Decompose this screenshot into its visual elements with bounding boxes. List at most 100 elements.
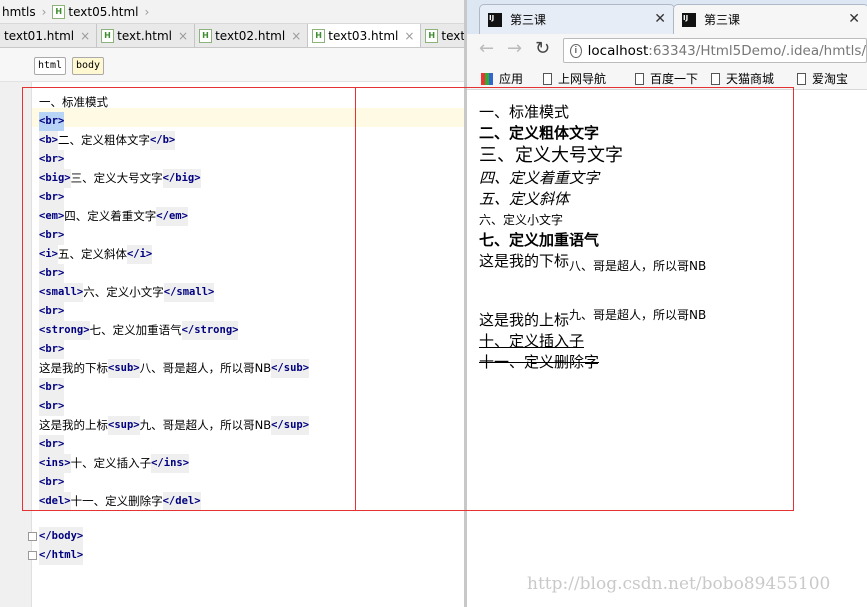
rendered-page: 一、标准模式 二、定义粗体文字 三、定义大号文字 四、定义着重文字 五、定义斜体… — [479, 102, 706, 373]
close-tag: </i> — [126, 245, 153, 264]
open-tag: <small> — [39, 283, 84, 302]
page-icon — [797, 72, 806, 85]
close-tag: </ins> — [151, 454, 190, 473]
intellij-icon — [488, 12, 502, 27]
code-line[interactable]: <small> 六、定义小文字 </small> — [39, 283, 309, 302]
open-tag: <br> — [39, 397, 65, 416]
superscript-line: 这是我的上标九、哥是超人，所以哥NB — [479, 308, 707, 329]
code-line[interactable]: <big> 三、定义大号文字 </big> — [39, 169, 309, 188]
code-line[interactable]: <br> — [39, 340, 309, 359]
apps-grid-icon — [481, 72, 493, 85]
bookmarks-bar: 应用 上网导航 百度一下 天猫商城 爱淘宝 — [467, 66, 867, 90]
fold-icon[interactable] — [28, 532, 37, 541]
bookmark-taobao[interactable]: 爱淘宝 — [797, 70, 848, 87]
close-icon[interactable]: ✕ — [848, 11, 860, 27]
open-tag: <del> — [39, 492, 71, 511]
code-line[interactable]: 这是我的下标 <sub> 八、哥是超人，所以哥NB </sub> — [39, 359, 310, 378]
open-tag: <br> — [39, 473, 65, 492]
url-input[interactable]: i localhost:63343/Html5Demo/.idea/hmtls/ — [563, 38, 867, 63]
code-line[interactable]: 这是我的上标 <sup> 九、哥是超人，所以哥NB </sup> — [39, 416, 310, 435]
ide-panel: hmtls › text05.html › text01.html× text.… — [0, 0, 464, 607]
bookmark-tmall[interactable]: 天猫商城 — [711, 70, 774, 87]
code-line[interactable]: 一、标准模式 — [39, 93, 309, 112]
code-line[interactable]: <br> — [39, 226, 309, 245]
close-tag: </sup> — [271, 416, 310, 435]
code-line[interactable]: <br> — [39, 435, 309, 454]
tag-breadcrumb-bar: html body — [0, 48, 464, 82]
code-text: 四、定义着重文字 — [64, 209, 157, 223]
code-line[interactable]: <br> — [39, 473, 309, 492]
editor-tab-text02[interactable]: text02.html× — [195, 24, 309, 47]
close-tag: </strong> — [181, 321, 239, 340]
code-text: 这是我的下标 — [39, 361, 108, 375]
superscript-text: 九、哥是超人，所以哥NB — [569, 308, 707, 322]
code-line[interactable]: <br> — [39, 112, 309, 131]
editor-tabs: text01.html× text.html× text02.html× tex… — [0, 24, 464, 48]
bookmark-apps[interactable]: 应用 — [481, 70, 523, 87]
editor-tab-text01[interactable]: text01.html × — [0, 24, 98, 47]
subscript-line: 这是我的下标八、哥是超人，所以哥NB — [479, 252, 707, 273]
code-text: 三、定义大号文字 — [70, 171, 163, 185]
open-tag: <br> — [39, 264, 65, 283]
code-editor[interactable]: 一、标准模式 <br> <b> 二、定义粗体文字 </b> <br> <big> 三、定义大号… — [39, 93, 310, 511]
close-tag: </em> — [156, 207, 188, 226]
code-line[interactable]: <br> — [39, 378, 309, 397]
close-icon[interactable]: × — [80, 29, 90, 43]
code-line[interactable]: <ins> 十、定义插入子 </ins> — [39, 454, 309, 473]
editor-tab-text[interactable]: text.html× — [97, 24, 196, 47]
code-line[interactable]: <br> — [39, 150, 309, 169]
forward-arrow-icon[interactable]: → — [507, 38, 522, 60]
breadcrumb-folder[interactable]: hmtls — [0, 5, 38, 19]
page-icon — [711, 72, 720, 85]
fold-icon[interactable] — [28, 551, 37, 560]
code-line[interactable]: <br> — [39, 302, 309, 321]
back-arrow-icon[interactable]: ← — [479, 38, 494, 60]
browser-tab-1[interactable]: 第三课 ✕ — [479, 4, 675, 34]
tag-html-button[interactable]: html — [34, 57, 67, 75]
breadcrumb-file[interactable]: text05.html — [50, 4, 140, 19]
tag-body-button[interactable]: body — [72, 57, 105, 75]
code-line[interactable]: <b> 二、定义粗体文字 </b> — [39, 131, 309, 150]
editor-tab-text03[interactable]: text03.html× — [308, 24, 422, 47]
italic-text: 五、定义斜体 — [479, 190, 570, 208]
bookmark-nav[interactable]: 上网导航 — [543, 70, 606, 87]
open-tag: <br> — [39, 340, 65, 359]
close-icon[interactable]: × — [291, 29, 301, 43]
info-icon[interactable]: i — [570, 43, 582, 58]
open-tag: <sub> — [108, 359, 140, 378]
close-icon[interactable]: × — [404, 29, 414, 43]
html-file-icon — [52, 4, 66, 19]
open-tag: <ins> — [39, 454, 71, 473]
code-text: 五、定义斜体 — [57, 247, 127, 261]
browser-tab-strip: 第三课 ✕ 第三课 ✕ — [467, 0, 867, 34]
normal-text: 一、标准模式 — [479, 103, 570, 121]
breadcrumb: hmtls › text05.html › — [0, 0, 464, 24]
code-line[interactable]: <br> — [39, 188, 309, 207]
html-file-icon — [101, 29, 115, 43]
close-tag: </b> — [149, 131, 176, 150]
code-line[interactable]: <em> 四、定义着重文字 </em> — [39, 207, 309, 226]
editor-tab-text-more[interactable]: text — [421, 24, 464, 47]
close-icon[interactable]: ✕ — [654, 11, 666, 27]
bookmark-baidu[interactable]: 百度一下 — [635, 70, 698, 87]
code-line[interactable]: <strong> 七、定义加重语气 </strong> — [39, 321, 309, 340]
code-text: 这是我的上标 — [39, 418, 108, 432]
code-line[interactable]: <br> — [39, 397, 309, 416]
browser-tab-2[interactable]: 第三课 ✕ — [673, 4, 867, 34]
intellij-icon — [682, 12, 696, 27]
open-tag: <br> — [39, 150, 65, 169]
reload-icon[interactable]: ↻ — [535, 38, 550, 60]
close-tag: </small> — [163, 283, 215, 302]
close-tag: </big> — [162, 169, 201, 188]
open-tag: <big> — [39, 169, 71, 188]
code-text: 九、哥是超人，所以哥NB — [139, 418, 272, 432]
code-line[interactable]: <i> 五、定义斜体 </i> — [39, 245, 309, 264]
close-icon[interactable]: × — [178, 29, 188, 43]
browser-window: 第三课 ✕ 第三课 ✕ ← → ↻ i localhost:63343/Html… — [467, 0, 867, 607]
code-line[interactable]: <br> — [39, 264, 309, 283]
watermark-text: http://blog.csdn.net/bobo89455100 — [527, 574, 831, 594]
code-line[interactable]: <del> 十一、定义删除字 </del> — [39, 492, 309, 511]
bold-text: 二、定义粗体文字 — [479, 124, 600, 142]
code-tail: </body> </html> — [39, 527, 84, 565]
